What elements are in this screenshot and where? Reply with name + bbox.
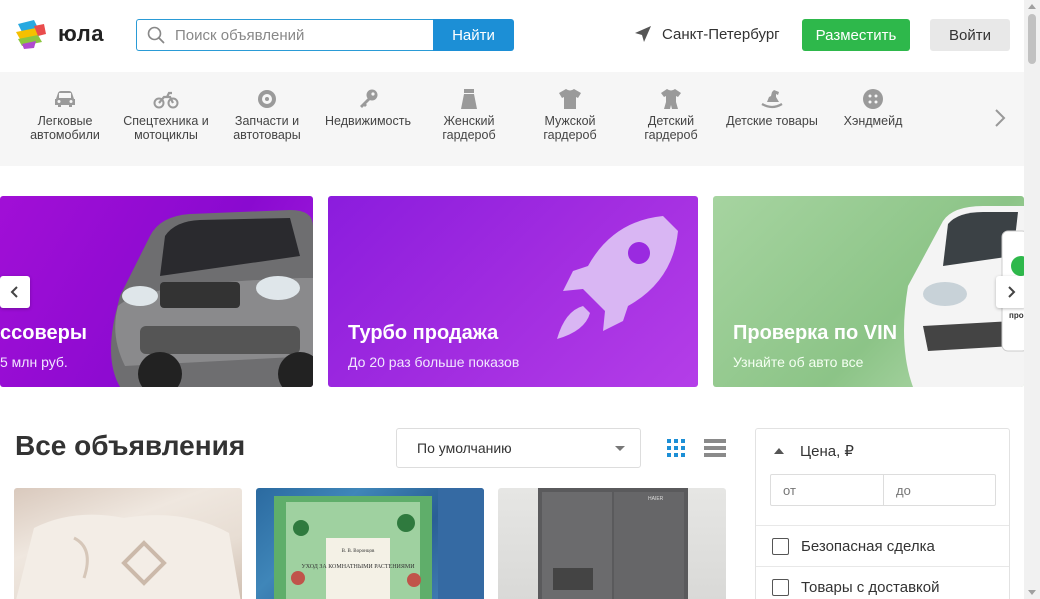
page: юла Найти Санкт-Петербург Разместить Вой… (0, 0, 1040, 599)
baby-clothes-icon (661, 89, 681, 109)
delivery-checkbox[interactable]: Товары с доставкой (772, 579, 940, 596)
checkbox[interactable] (772, 538, 789, 555)
price-to-input[interactable] (883, 475, 995, 505)
post-ad-button[interactable]: Разместить (802, 19, 910, 51)
price-from-input[interactable] (771, 475, 883, 505)
banner-prev-button[interactable] (0, 276, 30, 308)
price-filter-title[interactable]: Цена, ₽ (800, 442, 854, 460)
listing-photo: В. В. Воронцов УХОД ЗА КОМНАТНЫМИ РАСТЕН… (274, 488, 484, 599)
banner-next-button[interactable] (996, 276, 1026, 308)
divider (756, 566, 1009, 567)
price-range (770, 474, 996, 506)
book-author: В. В. Воронцов (342, 549, 375, 554)
tshirt-icon (559, 89, 581, 109)
category-item-men[interactable]: Мужской гардероб (520, 88, 620, 142)
rocking-horse-icon (761, 90, 783, 109)
page-scrollbar[interactable] (1024, 0, 1040, 599)
location-label: Санкт-Петербург (662, 25, 780, 43)
category-item-handmade[interactable]: Хэндмейд (823, 88, 923, 128)
search-box (136, 19, 433, 51)
category-label: Хэндмейд (843, 114, 903, 128)
book-title: УХОД ЗА КОМНАТНЫМИ РАСТЕНИЯМИ (301, 564, 415, 570)
category-label: Детские товары (726, 114, 818, 128)
listing-photo: HAIER (538, 488, 688, 599)
filters-panel: Цена, ₽ Безопасная сделка Товары с доста… (755, 428, 1010, 599)
wheel-icon (258, 90, 276, 108)
banner-title: ссоверы (0, 322, 87, 344)
checkbox-label: Товары с доставкой (801, 579, 940, 596)
logo-text: юла (58, 21, 104, 46)
search-bar: Найти (136, 19, 514, 51)
banner-turbo-sale[interactable]: Турбо продажа До 20 раз больше показов (328, 196, 698, 387)
location-selector[interactable]: Санкт-Петербург (634, 25, 780, 43)
category-next-icon[interactable] (990, 106, 1010, 130)
scroll-thumb[interactable] (1028, 14, 1036, 64)
category-label: Недвижимость (325, 114, 411, 128)
chevron-left-icon (10, 286, 18, 298)
search-icon (147, 26, 165, 44)
listing-photo (16, 514, 241, 599)
scroll-down-icon[interactable] (1028, 590, 1036, 595)
listing-card[interactable] (14, 488, 242, 599)
category-item-realty[interactable]: Недвижимость (318, 88, 418, 128)
category-item-kids-clothes[interactable]: Детский гардероб (621, 88, 721, 142)
logo-icon (16, 20, 46, 49)
category-label: Спецтехника и мотоциклы (123, 114, 209, 142)
divider (756, 525, 1009, 526)
listings-title: Все объявления (15, 430, 246, 461)
category-label: Детский гардероб (644, 114, 698, 142)
search-button[interactable]: Найти (433, 19, 514, 51)
sort-select[interactable]: По умолчанию (396, 428, 641, 468)
category-item-cars[interactable]: Легковые автомобили (15, 88, 115, 142)
motorcycle-icon (153, 91, 179, 109)
category-bar: Легковые автомобили Спецтехника и мотоци… (0, 72, 1024, 166)
banner-subtitle: До 20 раз больше показов (348, 354, 520, 370)
category-label: Мужской гардероб (543, 114, 597, 142)
category-label: Женский гардероб (442, 114, 496, 142)
chevron-right-icon (1008, 286, 1016, 298)
logo[interactable]: юла (14, 18, 104, 50)
banner-subtitle: Узнайте об авто все (733, 354, 864, 370)
location-arrow-icon (635, 26, 651, 42)
button-icon (863, 89, 883, 109)
car-icon (55, 91, 75, 107)
category-label: Запчасти и автотовары (233, 114, 301, 142)
fridge-brand: HAIER (648, 496, 664, 502)
scroll-up-icon[interactable] (1028, 4, 1036, 9)
grid-view-icon[interactable] (667, 439, 685, 457)
checkbox-label: Безопасная сделка (801, 538, 935, 555)
login-button[interactable]: Войти (930, 19, 1010, 51)
phone-badge-text: про (1009, 311, 1024, 320)
key-icon (360, 89, 378, 108)
category-item-parts[interactable]: Запчасти и автотовары (217, 88, 317, 142)
search-input[interactable] (175, 26, 425, 44)
checkbox[interactable] (772, 579, 789, 596)
skirt-icon (461, 89, 477, 109)
banner-title: Турбо продажа (348, 322, 499, 344)
banner-title: Проверка по VIN (733, 322, 898, 344)
rocket-icon (557, 216, 678, 339)
category-item-kids-goods[interactable]: Детские товары (722, 88, 822, 128)
category-item-moto[interactable]: Спецтехника и мотоциклы (116, 88, 216, 142)
list-view-icon[interactable] (704, 439, 726, 457)
banner-subtitle: 5 млн руб. (0, 354, 68, 370)
safe-deal-checkbox[interactable]: Безопасная сделка (772, 538, 935, 555)
listing-card[interactable]: HAIER (498, 488, 726, 599)
banner-vin-check[interactable]: про Проверка по VIN Узнайте об авто все (713, 196, 1024, 387)
header: юла Найти Санкт-Петербург Разместить Вой… (0, 0, 1024, 72)
category-label: Легковые автомобили (30, 114, 100, 142)
category-item-women[interactable]: Женский гардероб (419, 88, 519, 142)
collapse-caret-icon[interactable] (774, 448, 784, 454)
sort-value: По умолчанию (417, 440, 512, 456)
banner-crossovers[interactable]: ссоверы 5 млн руб. (0, 196, 313, 387)
listing-card[interactable]: В. В. Воронцов УХОД ЗА КОМНАТНЫМИ РАСТЕН… (256, 488, 484, 599)
chevron-down-icon (615, 446, 625, 451)
